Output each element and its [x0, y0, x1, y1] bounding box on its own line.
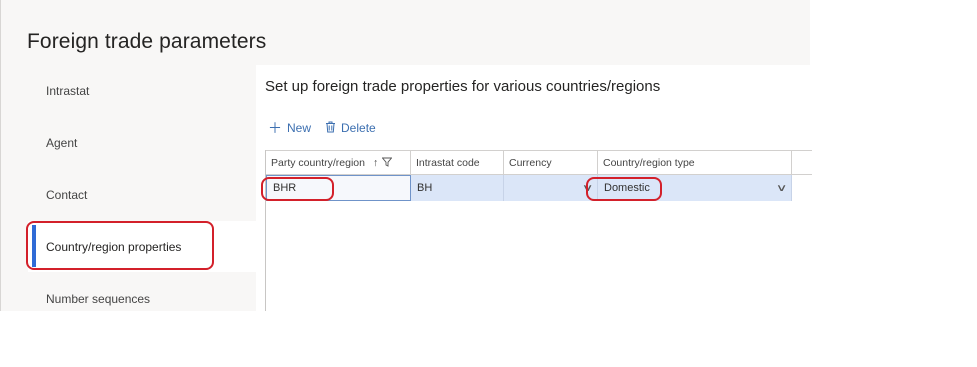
column-header-party-country-region[interactable]: Party country/region ↑ [266, 151, 411, 175]
sidebar-item-number-sequences[interactable]: Number sequences [28, 273, 256, 324]
page-title: Foreign trade parameters [27, 30, 267, 53]
sidebar-item-label: Agent [46, 135, 78, 150]
sidebar-item-label: Intrastat [46, 83, 90, 98]
column-header-label: Currency [509, 157, 552, 169]
filter-icon[interactable] [381, 157, 393, 170]
currency-select[interactable]: ∨ [504, 175, 598, 201]
column-header-country-region-type[interactable]: Country/region type [598, 151, 792, 175]
column-header-label: Country/region type [603, 157, 695, 169]
toolbar: ＋ New Delete [268, 119, 390, 137]
sort-ascending-icon[interactable]: ↑ [373, 157, 378, 169]
sidebar-item-label: Contact [46, 187, 88, 202]
annotation-highlight-sidebar [26, 221, 214, 270]
data-grid: Party country/region ↑ Intrastat code Cu… [265, 150, 812, 311]
annotation-highlight-type-cell [586, 177, 662, 201]
delete-button[interactable]: Delete [325, 120, 376, 136]
chevron-down-icon[interactable]: ∨ [775, 183, 787, 194]
sidebar-item-intrastat[interactable]: Intrastat [28, 65, 256, 116]
new-button[interactable]: ＋ New [268, 118, 311, 138]
annotation-highlight-party-cell [261, 177, 334, 201]
sidebar: Intrastat Agent Contact Country/region p… [28, 65, 256, 311]
table-row[interactable]: BHR BH ∨ Domestic ∨ [266, 175, 792, 201]
delete-button-label: Delete [341, 121, 376, 135]
cell-value: BH [417, 182, 433, 194]
section-title: Set up foreign trade properties for vari… [265, 78, 661, 95]
intrastat-code-cell[interactable]: BH [411, 175, 504, 201]
sidebar-item-label: Number sequences [46, 291, 151, 306]
sidebar-item-agent[interactable]: Agent [28, 117, 256, 168]
column-header-label: Intrastat code [416, 157, 480, 169]
main-panel: Set up foreign trade properties for vari… [256, 65, 812, 311]
grid-header: Party country/region ↑ Intrastat code Cu… [266, 150, 812, 175]
column-header-currency[interactable]: Currency [504, 151, 598, 175]
plus-icon: ＋ [268, 120, 282, 136]
column-header-label: Party country/region [271, 157, 365, 169]
new-button-label: New [287, 121, 312, 135]
column-header-intrastat-code[interactable]: Intrastat code [411, 151, 504, 175]
trash-icon [325, 120, 336, 136]
sidebar-item-contact[interactable]: Contact [28, 169, 256, 220]
